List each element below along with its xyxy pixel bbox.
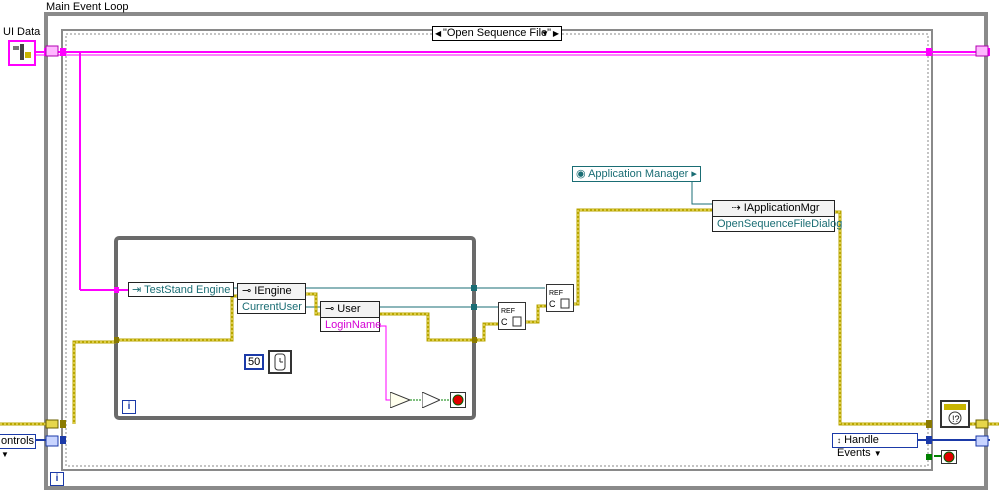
user-class-label: User — [337, 303, 361, 315]
compare-triangle-icon — [389, 391, 412, 409]
teststand-engine-label: TestStand Engine — [144, 284, 231, 296]
case-selector[interactable]: ◀ "Open Sequence File" ▼ ▶ — [432, 26, 562, 41]
iapplicationmgr-header: ⇢ IApplicationMgr — [713, 201, 834, 217]
ui-data-label: UI Data — [3, 26, 41, 38]
arrow-right-icon: ▸ — [691, 168, 697, 180]
key-icon: ⊸ — [242, 285, 252, 297]
arrow-icon: ⇥ — [132, 284, 142, 296]
svg-text:REF: REF — [549, 290, 563, 297]
svg-text:C: C — [549, 299, 556, 309]
handle-events-enum-value: Handle Events — [837, 434, 879, 459]
case-prev-arrow-icon[interactable]: ◀ — [435, 27, 441, 40]
teststand-engine-ref[interactable]: ⇥ TestStand Engine — [128, 282, 235, 297]
event-structure-node[interactable]: !? — [940, 400, 970, 428]
stop-terminal[interactable] — [450, 392, 466, 408]
main-loop-iteration-terminal: i — [50, 472, 64, 486]
inner-loop-iteration-terminal: i — [122, 400, 136, 414]
ui-data-terminal[interactable] — [8, 40, 36, 66]
case-next-arrow-icon[interactable]: ▶ — [553, 27, 559, 40]
controls-enum-constant[interactable]: ontrols ▼ — [0, 434, 36, 459]
invoke-arrow-icon: ⇢ — [731, 202, 741, 214]
user-property-node[interactable]: ⊸ User LoginName — [320, 301, 381, 332]
user-header: ⊸ User — [321, 302, 379, 318]
close-reference-icon: REF C — [501, 308, 522, 327]
iapplicationmgr-class-label: IApplicationMgr — [743, 202, 820, 214]
not-triangle-icon — [421, 391, 442, 409]
close-reference-node-2[interactable]: REF C — [546, 284, 574, 312]
close-reference-node-1[interactable]: REF C — [498, 302, 526, 330]
iapplicationmgr-method-opensequencefiledialog[interactable]: OpenSequenceFileDialog — [713, 217, 842, 231]
wait-ms-node[interactable] — [268, 350, 292, 374]
key-icon: ⊸ — [325, 303, 335, 315]
svg-text:C: C — [501, 317, 508, 327]
handle-events-enum-constant[interactable]: ↕ Handle Events ▼ — [832, 433, 918, 459]
case-dropdown-icon[interactable]: ▼ — [541, 27, 549, 40]
controls-enum-value: ontrols — [1, 435, 35, 447]
wait-ms-constant[interactable]: 50 — [244, 354, 265, 370]
chevron-down-icon: ▼ — [873, 449, 882, 458]
chevron-down-icon: ▼ — [1, 450, 9, 459]
stop-constant[interactable] — [941, 450, 957, 464]
iengine-property-currentuser[interactable]: CurrentUser — [238, 300, 305, 314]
globe-icon: ◉ — [576, 168, 586, 180]
svg-text:!?: !? — [952, 414, 960, 424]
iengine-class-label: IEngine — [254, 285, 292, 297]
event-icon: !? — [944, 404, 966, 425]
user-property-loginname[interactable]: LoginName — [321, 318, 381, 332]
iapplicationmgr-invoke-node[interactable]: ⇢ IApplicationMgr OpenSequenceFileDialog — [712, 200, 842, 232]
stop-icon — [943, 451, 955, 463]
cluster-icon — [13, 44, 31, 60]
application-manager-label: Application Manager — [588, 168, 689, 180]
stop-icon — [452, 394, 464, 406]
not-node[interactable] — [421, 391, 442, 409]
close-reference-icon: REF C — [549, 290, 570, 309]
main-event-loop-label: Main Event Loop — [46, 1, 129, 13]
watch-icon — [274, 353, 286, 371]
iengine-header: ⊸ IEngine — [238, 284, 305, 300]
updown-icon: ↕ — [837, 436, 841, 445]
not-equal-empty-node[interactable] — [389, 391, 412, 409]
block-diagram-wires — [0, 12, 999, 490]
case-selector-value: "Open Sequence File" — [442, 27, 552, 39]
application-manager-ref[interactable]: ◉ Application Manager ▸ — [572, 166, 701, 182]
svg-text:REF: REF — [501, 308, 515, 315]
iengine-property-node[interactable]: ⊸ IEngine CurrentUser — [237, 283, 306, 314]
